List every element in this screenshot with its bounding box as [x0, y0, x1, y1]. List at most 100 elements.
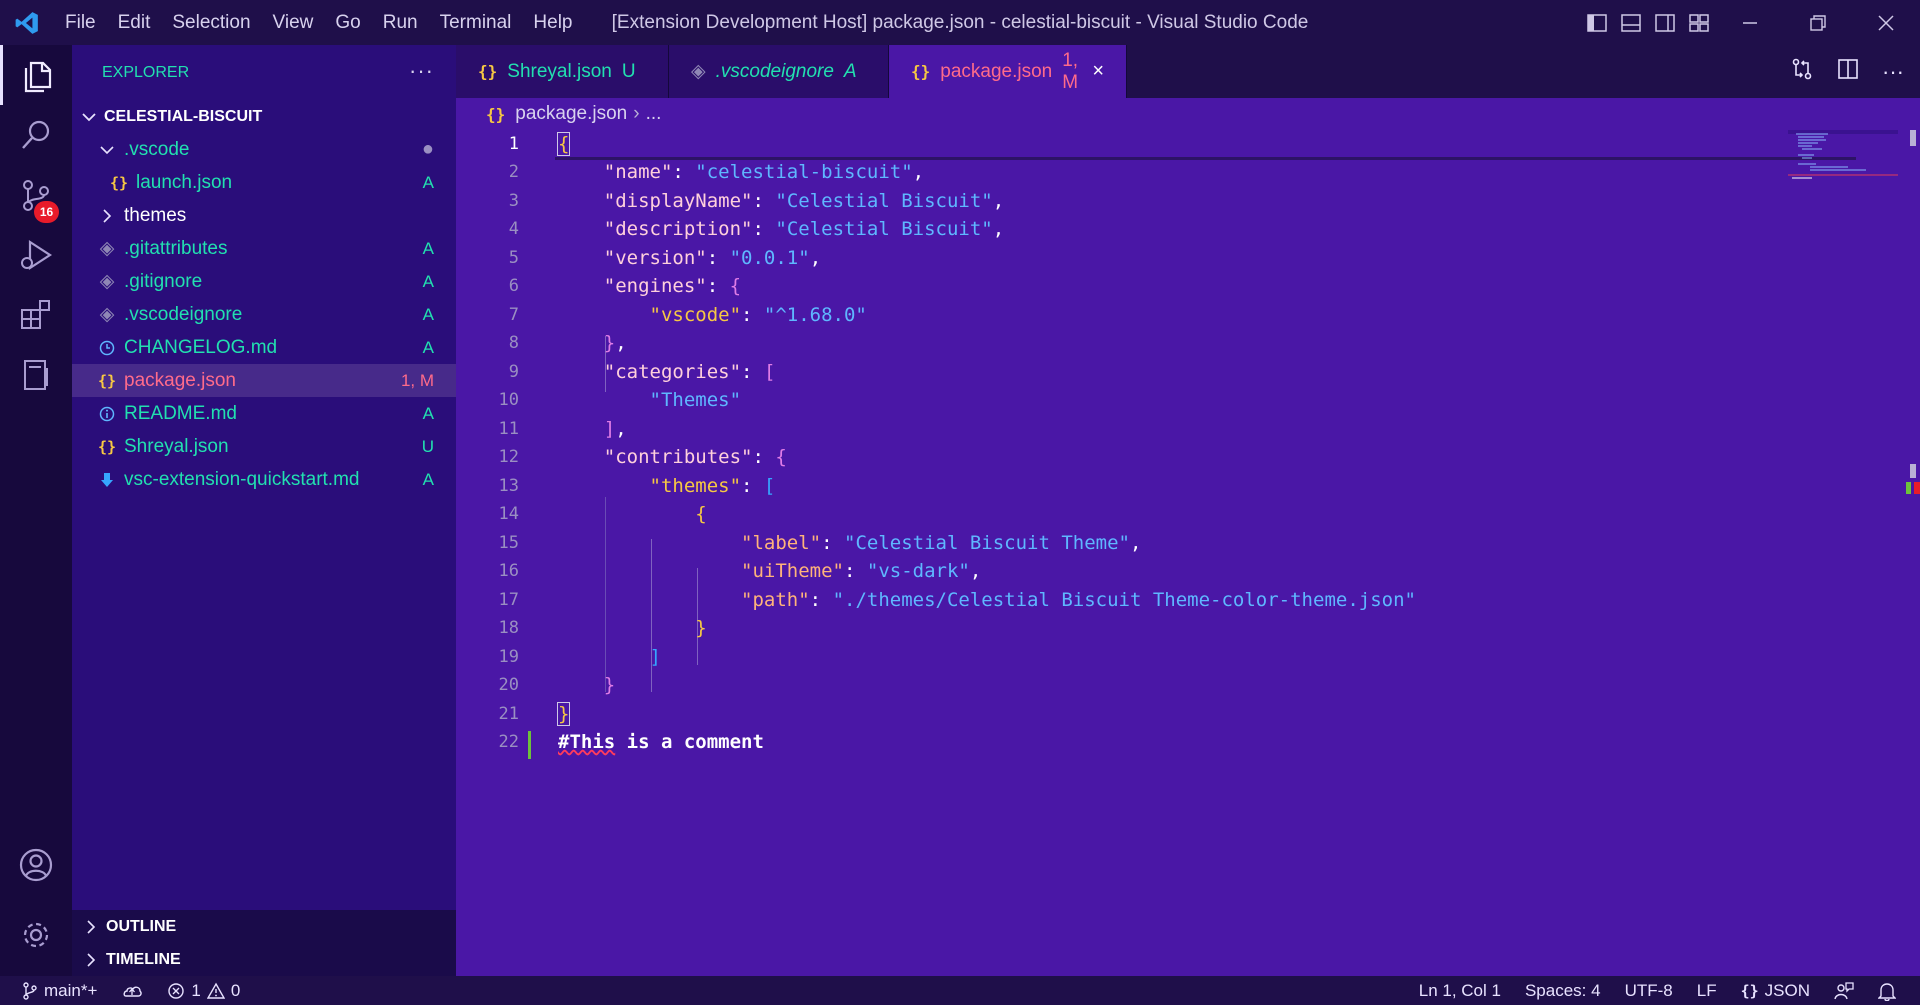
close-window-icon[interactable]: [1852, 0, 1920, 45]
explorer-icon[interactable]: [0, 45, 72, 105]
line-number: 4: [508, 219, 519, 239]
cursor-position[interactable]: Ln 1, Col 1: [1407, 981, 1513, 1001]
minimize-icon[interactable]: [1716, 0, 1784, 45]
code-line: "contributes": {: [603, 446, 787, 468]
tab-vscodeignore[interactable]: ◈ .vscodeignore A: [669, 45, 889, 98]
chevron-down-icon: [78, 112, 100, 122]
status-right: Ln 1, Col 1 Spaces: 4 UTF-8 LF {} JSON: [1407, 976, 1908, 1005]
json-icon: {}: [97, 437, 117, 456]
line-number: 18: [498, 618, 519, 638]
accounts-icon[interactable]: [0, 835, 72, 895]
menu-edit[interactable]: Edit: [107, 0, 162, 45]
source-control-icon[interactable]: 16: [0, 165, 72, 225]
toggle-primary-sidebar-icon[interactable]: [1580, 0, 1614, 45]
git-status: A: [422, 172, 434, 192]
warning-count: 0: [230, 980, 241, 1000]
code-line: "name": "celestial-biscuit",: [603, 161, 925, 183]
menu-go[interactable]: Go: [324, 0, 371, 45]
cloud-sync-icon: [123, 986, 143, 997]
tree-item-changelog[interactable]: CHANGELOG.md A: [72, 331, 456, 364]
outline-label: OUTLINE: [106, 917, 177, 935]
remote-explorer-icon[interactable]: [0, 345, 72, 405]
line-number: 1: [508, 134, 519, 154]
customize-layout-icon[interactable]: [1682, 0, 1716, 45]
tree-item-themes-folder[interactable]: themes: [72, 199, 456, 232]
explorer-sidebar: EXPLORER ··· CELESTIAL-BISCUIT .vscode ●…: [72, 45, 456, 976]
encoding[interactable]: UTF-8: [1613, 981, 1685, 1001]
vscode-logo-icon[interactable]: [0, 0, 54, 45]
diamond-icon: ◈: [99, 304, 115, 325]
line-number: 7: [508, 305, 519, 325]
branch-status[interactable]: main*+: [0, 981, 109, 1001]
open-changes-icon[interactable]: [1790, 57, 1814, 86]
code-line: "uiTheme": "vs-dark",: [741, 560, 982, 582]
close-tab-icon[interactable]: ×: [1092, 60, 1104, 83]
git-status: A: [422, 304, 434, 324]
tree-item-readme[interactable]: README.md A: [72, 397, 456, 430]
sidebar-bottom-sections: OUTLINE TIMELINE: [72, 910, 456, 976]
toggle-secondary-sidebar-icon[interactable]: [1648, 0, 1682, 45]
sync-status[interactable]: [109, 982, 155, 1000]
menu-file[interactable]: File: [54, 0, 107, 45]
tree-item-quickstart-md[interactable]: vsc-extension-quickstart.md A: [72, 463, 456, 496]
split-editor-icon[interactable]: [1836, 57, 1860, 86]
tree-item-package-json[interactable]: {} package.json 1, M: [72, 364, 456, 397]
branch-name: main*+: [44, 980, 98, 1000]
tree-item-label: CHANGELOG.md: [124, 336, 278, 358]
editor-actions: ···: [1790, 45, 1904, 98]
menu-terminal[interactable]: Terminal: [429, 0, 523, 45]
tree-item-gitignore[interactable]: ◈ .gitignore A: [72, 265, 456, 298]
timeline-section[interactable]: TIMELINE: [72, 943, 456, 976]
line-number: 11: [498, 419, 519, 439]
more-actions-icon[interactable]: ···: [1882, 59, 1904, 85]
minimap[interactable]: [1788, 130, 1898, 180]
line-number: 12: [498, 447, 519, 467]
workspace-root[interactable]: CELESTIAL-BISCUIT: [72, 100, 456, 133]
notifications-bell-icon[interactable]: [1866, 981, 1908, 1001]
indentation[interactable]: Spaces: 4: [1513, 981, 1613, 1001]
diamond-icon: ◈: [99, 238, 115, 259]
language-mode[interactable]: {} JSON: [1729, 981, 1822, 1001]
chevron-right-icon: [82, 919, 100, 934]
tree-item-gitattributes[interactable]: ◈ .gitattributes A: [72, 232, 456, 265]
toggle-panel-icon[interactable]: [1614, 0, 1648, 45]
line-number: 8: [508, 333, 519, 353]
outline-section[interactable]: OUTLINE: [72, 910, 456, 943]
editor-tab-bar: {} Shreyal.json U ◈ .vscodeignore A {} p…: [456, 45, 1920, 98]
search-icon[interactable]: [0, 105, 72, 165]
menu-help[interactable]: Help: [522, 0, 583, 45]
breadcrumb-more[interactable]: ...: [646, 103, 662, 125]
line-number: 16: [498, 561, 519, 581]
modified-dot-icon: ●: [421, 138, 434, 160]
line-number: 19: [498, 647, 519, 667]
tab-status: A: [843, 60, 857, 82]
restore-icon[interactable]: [1784, 0, 1852, 45]
code-line: "displayName": "Celestial Biscuit",: [603, 190, 1005, 212]
code-editor[interactable]: 1 { 2 "name": "celestial-biscuit", 3 "di…: [456, 130, 1920, 976]
settings-gear-icon[interactable]: [0, 905, 72, 965]
menu-selection[interactable]: Selection: [161, 0, 261, 45]
tree-item-vscodeignore[interactable]: ◈ .vscodeignore A: [72, 298, 456, 331]
extensions-icon[interactable]: [0, 285, 72, 345]
diamond-icon: ◈: [691, 61, 706, 82]
tree-item-launch-json[interactable]: {} launch.json A: [72, 166, 456, 199]
menu-view[interactable]: View: [262, 0, 325, 45]
run-debug-icon[interactable]: [0, 225, 72, 285]
tab-shreyal-json[interactable]: {} Shreyal.json U: [456, 45, 669, 98]
vertical-scrollbar[interactable]: [1906, 130, 1920, 976]
code-line: "label": "Celestial Biscuit Theme",: [741, 532, 1142, 554]
git-status: 1, M: [400, 370, 434, 390]
more-actions-icon[interactable]: ···: [409, 58, 434, 84]
feedback-icon[interactable]: [1822, 981, 1866, 1001]
tree-item-label: vsc-extension-quickstart.md: [124, 468, 360, 490]
breadcrumb-file[interactable]: package.json: [515, 103, 627, 125]
explorer-header: EXPLORER ···: [72, 45, 456, 100]
end-of-line[interactable]: LF: [1685, 981, 1729, 1001]
problems-status[interactable]: 1 0: [155, 981, 252, 1001]
tree-item-vscode-folder[interactable]: .vscode ●: [72, 133, 456, 166]
chevron-down-icon: [96, 145, 118, 155]
title-bar: File Edit Selection View Go Run Terminal…: [0, 0, 1920, 45]
menu-run[interactable]: Run: [372, 0, 429, 45]
tree-item-shreyal-json[interactable]: {} Shreyal.json U: [72, 430, 456, 463]
tab-package-json[interactable]: {} package.json 1, M ×: [889, 45, 1127, 98]
